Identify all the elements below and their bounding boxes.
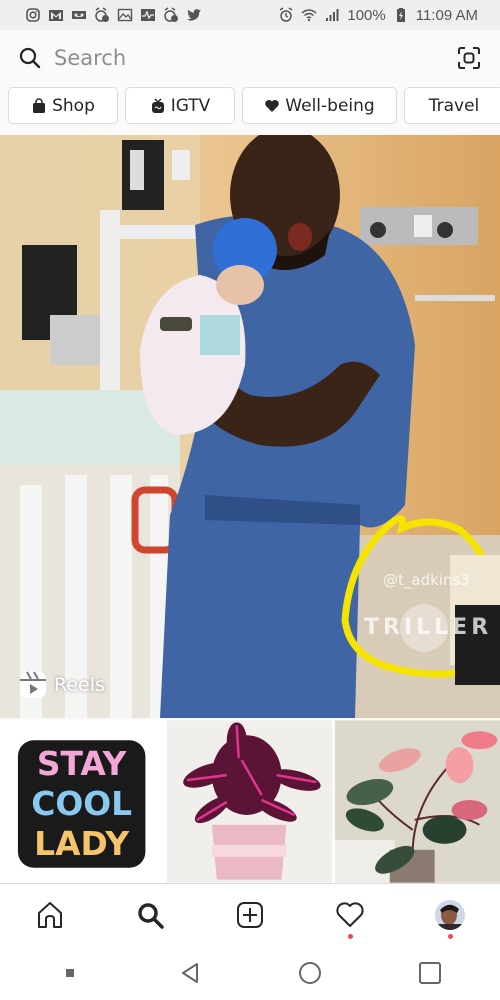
topic-chips: Shop IGTV Well-being Travel: [0, 87, 500, 129]
avatar: [435, 899, 465, 930]
watermark-username: @t_adkins3: [383, 571, 470, 589]
nav-activity[interactable]: [320, 885, 380, 945]
activity-icon: [140, 7, 156, 23]
home-icon: [38, 901, 62, 928]
notification-icons: [25, 7, 202, 23]
back-icon[interactable]: [178, 961, 202, 985]
system-nav-bar: [0, 945, 500, 1000]
voicemail-icon: [71, 7, 87, 23]
chip-igtv[interactable]: IGTV: [125, 87, 235, 124]
profile-notification-dot: [447, 933, 453, 939]
chip-label: Well-being: [285, 95, 375, 116]
alarm-icon: [278, 7, 294, 23]
iresine-plant-image: [167, 720, 333, 883]
chip-shop[interactable]: Shop: [8, 87, 118, 124]
reels-label: Reels: [54, 674, 105, 696]
system-status: 100% 11:09 AM: [278, 7, 478, 24]
pink-princess-philodendron-image: [334, 720, 500, 883]
qr-scan-icon[interactable]: [456, 45, 482, 71]
nav-profile[interactable]: [420, 885, 480, 945]
grid-tile[interactable]: [167, 720, 333, 883]
grid-tile[interactable]: STAY COOL LADY: [0, 720, 166, 883]
chip-label: Shop: [52, 95, 95, 116]
reels-badge: Reels: [18, 670, 105, 700]
signal-icon: [324, 7, 340, 23]
alarm-alert-icon: [94, 7, 110, 23]
shopping-bag-icon: [33, 97, 46, 113]
chip-label: IGTV: [170, 95, 211, 116]
twitter-icon: [186, 7, 202, 23]
battery-percentage: 100%: [347, 6, 386, 24]
clock: 11:09 AM: [415, 6, 478, 24]
reels-icon: [20, 671, 46, 698]
heart-icon: [265, 99, 280, 112]
gallery-icon: [117, 7, 133, 23]
nav-search[interactable]: [120, 885, 180, 945]
nav-home[interactable]: [20, 885, 80, 945]
svg-text:COOL: COOL: [31, 784, 132, 823]
instagram-icon: [25, 7, 41, 23]
search-bar: [0, 30, 500, 86]
stay-cool-lady-image: STAY COOL LADY: [0, 720, 166, 883]
battery-charging-icon: [393, 7, 409, 23]
svg-text:LADY: LADY: [34, 824, 130, 863]
igtv-icon: [151, 97, 164, 113]
featured-reel[interactable]: @t_adkins3 TRILLER Reels: [0, 135, 500, 718]
nav-new-post[interactable]: [220, 885, 280, 945]
gmail-icon: [48, 7, 64, 23]
recent-dot-icon[interactable]: [58, 961, 82, 985]
wifi-icon: [301, 7, 317, 23]
overview-square-icon[interactable]: [418, 961, 442, 985]
svg-text:STAY: STAY: [37, 744, 128, 783]
search-icon: [19, 47, 41, 69]
chip-travel[interactable]: Travel: [404, 87, 500, 124]
home-circle-icon[interactable]: [298, 961, 322, 985]
new-post-icon: [237, 901, 263, 928]
activity-notification-dot: [347, 933, 353, 939]
grid-tile[interactable]: [334, 720, 500, 883]
search-input[interactable]: [54, 46, 456, 70]
status-bar: 100% 11:09 AM: [0, 0, 500, 30]
bottom-nav: [0, 883, 500, 945]
heart-icon: [336, 901, 364, 927]
alarm-alert-icon: [163, 7, 179, 23]
chip-label: Travel: [428, 95, 480, 116]
explore-grid: STAY COOL LADY: [0, 720, 500, 883]
search-icon: [138, 902, 164, 929]
chip-well-being[interactable]: Well-being: [242, 87, 397, 124]
watermark-brand: TRILLER: [364, 615, 493, 640]
